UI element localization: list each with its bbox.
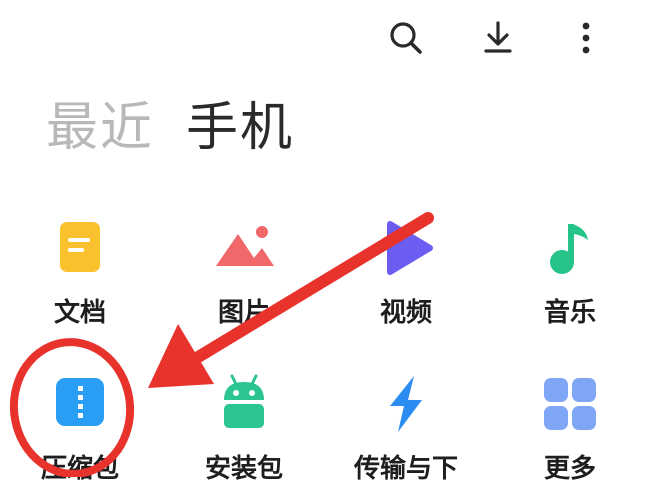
category-images[interactable]: 图片 <box>184 216 304 346</box>
tab-recent[interactable]: 最近 <box>46 96 154 160</box>
transfer-icon <box>390 376 422 432</box>
more-grid-icon <box>544 378 596 430</box>
android-icon <box>224 374 264 428</box>
category-apks[interactable]: 安装包 <box>184 372 304 502</box>
category-transfers[interactable]: 传输与下 <box>346 372 466 502</box>
search-icon[interactable] <box>386 18 426 58</box>
download-icon[interactable] <box>478 18 518 58</box>
more-vert-icon[interactable] <box>566 18 606 58</box>
category-label: 文档 <box>53 298 106 328</box>
category-videos[interactable]: 视频 <box>346 216 466 346</box>
category-label: 压缩包 <box>40 454 119 484</box>
tab-phone[interactable]: 手机 <box>186 96 294 160</box>
category-music[interactable]: 音乐 <box>510 216 630 346</box>
category-label: 安装包 <box>204 454 283 484</box>
category-label: 视频 <box>379 298 432 328</box>
music-icon <box>550 224 588 274</box>
category-more[interactable]: 更多 <box>510 372 630 502</box>
category-documents[interactable]: 文档 <box>20 216 140 346</box>
document-icon <box>60 222 100 272</box>
archive-icon <box>56 378 104 426</box>
category-label: 音乐 <box>543 298 596 328</box>
image-icon <box>216 226 274 266</box>
category-label: 图片 <box>217 298 270 328</box>
video-icon <box>387 221 433 275</box>
category-label: 传输与下 <box>353 454 458 484</box>
category-label: 更多 <box>543 454 596 484</box>
category-archives[interactable]: 压缩包 <box>20 372 140 502</box>
